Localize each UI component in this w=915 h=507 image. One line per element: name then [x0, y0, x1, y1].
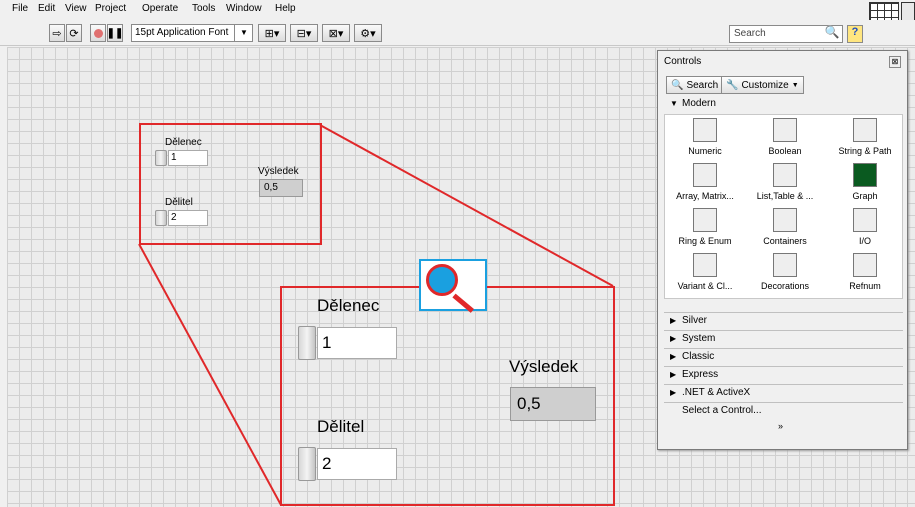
chevron-right-icon: ▶	[670, 316, 677, 325]
customize-label: Customize	[741, 79, 789, 91]
zoom-icon	[419, 259, 487, 313]
select-control[interactable]: Select a Control...	[664, 402, 903, 419]
palette-item-string-path[interactable]: String & Path	[825, 115, 905, 163]
containers-icon	[773, 208, 797, 232]
string-path-icon	[853, 118, 877, 142]
palette-item-graph[interactable]: Graph	[825, 160, 905, 208]
palette-item-boolean[interactable]: Boolean	[745, 115, 825, 163]
modern-palette: Numeric Boolean String & Path Array, Mat…	[664, 114, 903, 299]
category-modern-label: Modern	[682, 98, 716, 109]
palette-item-io[interactable]: I/O	[825, 205, 905, 253]
expand-more-icon[interactable]: »	[778, 421, 783, 431]
category-label: Classic	[682, 351, 715, 362]
category-classic[interactable]: ▶ Classic	[664, 348, 903, 365]
graph-icon	[853, 163, 877, 187]
delitel-label-small: Dělitel	[165, 197, 193, 208]
category-silver[interactable]: ▶ Silver	[664, 312, 903, 329]
palette-item-variant[interactable]: Variant & Cl...	[665, 250, 745, 298]
chevron-right-icon: ▶	[670, 370, 677, 379]
delitel-field[interactable]: 2	[317, 448, 397, 480]
refnum-icon	[853, 253, 877, 277]
increment-icon[interactable]	[155, 150, 167, 166]
io-icon	[853, 208, 877, 232]
chevron-right-icon: ▶	[670, 388, 677, 397]
item-label: Graph	[852, 191, 878, 201]
magnifier-handle	[452, 293, 474, 313]
vysledek-label-small: Výsledek	[258, 166, 299, 177]
item-label: Numeric	[688, 146, 722, 156]
palette-title: Controls	[664, 56, 702, 67]
palette-item-decorations[interactable]: Decorations	[745, 250, 825, 298]
category-label: System	[682, 333, 716, 344]
close-icon[interactable]: ⊠	[889, 56, 901, 68]
increment-icon[interactable]	[155, 210, 167, 226]
vysledek-indicator: 0,5	[510, 387, 596, 421]
vysledek-indicator-small: 0,5	[259, 179, 303, 197]
category-label: .NET & ActiveX	[682, 387, 751, 398]
delenec-field[interactable]: 1	[317, 327, 397, 359]
delenec-label-small: Dělenec	[165, 137, 202, 148]
delitel-field-small[interactable]: 2	[168, 210, 208, 226]
palette-search-label: Search	[686, 79, 719, 91]
increment-icon[interactable]	[298, 326, 316, 360]
select-control-label: Select a Control...	[682, 405, 762, 416]
category-label: Silver	[682, 315, 708, 326]
item-label: Decorations	[760, 281, 810, 291]
customize-button[interactable]: 🔧 Customize ▼	[721, 76, 804, 94]
increment-icon[interactable]	[298, 447, 316, 481]
item-label: Boolean	[768, 146, 802, 156]
category-express[interactable]: ▶ Express	[664, 366, 903, 383]
palette-item-refnum[interactable]: Refnum	[825, 250, 905, 298]
item-label: Array, Matrix...	[676, 191, 734, 201]
palette-item-list-table[interactable]: List,Table & ...	[745, 160, 825, 208]
delenec-control[interactable]: 1	[298, 326, 397, 360]
item-label: Variant & Cl...	[677, 281, 733, 291]
item-label: Ring & Enum	[678, 236, 732, 246]
magnifier-icon	[426, 264, 458, 296]
list-table-icon	[773, 163, 797, 187]
palette-item-containers[interactable]: Containers	[745, 205, 825, 253]
category-system[interactable]: ▶ System	[664, 330, 903, 347]
palette-item-array[interactable]: Array, Matrix...	[665, 160, 745, 208]
category-label: Express	[682, 369, 719, 380]
item-label: I/O	[858, 236, 871, 246]
boolean-icon	[773, 118, 797, 142]
delitel-control-small[interactable]: 2	[155, 209, 208, 227]
ring-enum-icon	[693, 208, 717, 232]
chevron-down-icon: ▼	[791, 81, 799, 89]
delenec-label: Dělenec	[317, 296, 380, 315]
item-label: String & Path	[838, 146, 892, 156]
category-modern[interactable]: ▼ Modern	[664, 96, 903, 113]
decorations-icon	[773, 253, 797, 277]
item-label: List,Table & ...	[756, 191, 814, 201]
controls-palette: Controls ⊠ 🔍 Search 🔧 Customize ▼ ▼ Modern N…	[657, 50, 908, 450]
numeric-icon	[693, 118, 717, 142]
delenec-control-small[interactable]: 1	[155, 149, 208, 167]
chevron-right-icon: ▶	[670, 352, 677, 361]
chevron-down-icon: ▼	[670, 99, 678, 108]
search-icon: 🔍	[671, 79, 684, 91]
delitel-control[interactable]: 2	[298, 447, 397, 481]
item-label: Containers	[763, 236, 807, 246]
wrench-icon: 🔧	[726, 79, 739, 91]
palette-search-button[interactable]: 🔍 Search	[666, 76, 724, 94]
category-dotnet[interactable]: ▶ .NET & ActiveX	[664, 384, 903, 401]
chevron-right-icon: ▶	[670, 334, 677, 343]
delitel-label: Dělitel	[317, 417, 365, 436]
palette-item-numeric[interactable]: Numeric	[665, 115, 745, 163]
vysledek-label: Výsledek	[509, 357, 578, 376]
palette-item-ring-enum[interactable]: Ring & Enum	[665, 205, 745, 253]
item-label: Refnum	[849, 281, 881, 291]
delenec-field-small[interactable]: 1	[168, 150, 208, 166]
array-icon	[693, 163, 717, 187]
variant-icon	[693, 253, 717, 277]
